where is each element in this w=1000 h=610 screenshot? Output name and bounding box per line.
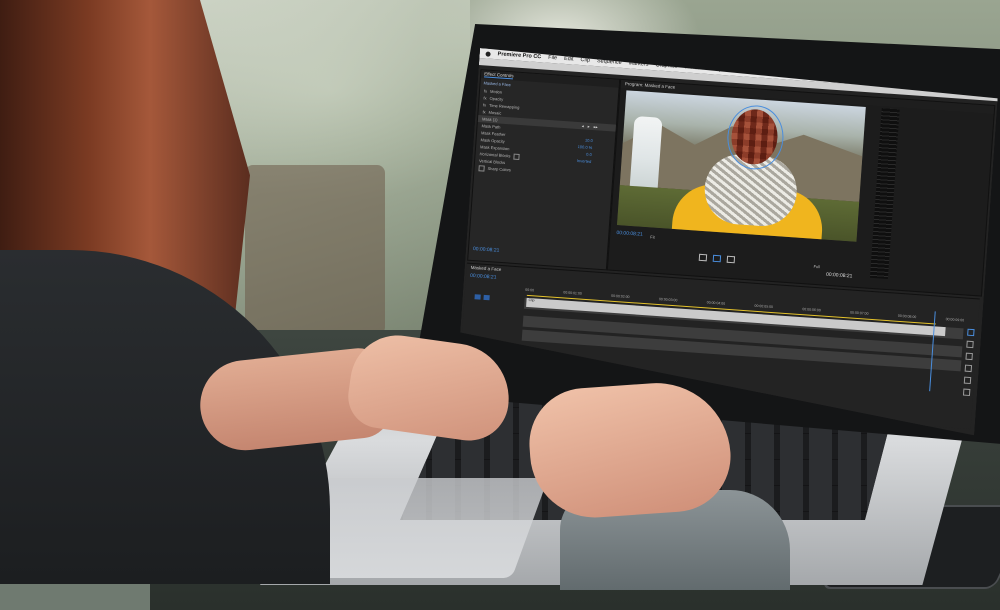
ruler-tick: 00:00:03:00 xyxy=(658,297,678,303)
video-frame[interactable] xyxy=(617,90,866,241)
ruler-tick: 00:00 xyxy=(525,287,535,293)
track-backward-icon[interactable]: ◂ xyxy=(582,123,584,128)
ruler-tick: 00:00:01:00 xyxy=(563,290,582,296)
timeline-timecode[interactable]: 00:00:08:21 xyxy=(470,273,497,281)
track-forward-icon[interactable]: ▸▸ xyxy=(594,124,598,129)
ruler-tick: 00:00:04:00 xyxy=(706,300,726,306)
track-select-icon[interactable] xyxy=(966,341,973,348)
program-monitor: Program: Masked a Face 00:00:08:21 Fit F… xyxy=(607,79,995,297)
program-timecode-left[interactable]: 00:00:08:21 xyxy=(616,230,643,238)
apple-icon[interactable] xyxy=(485,51,490,56)
program-timecode-right[interactable]: 00:00:08:21 xyxy=(826,272,853,280)
track-header-v1 xyxy=(474,294,520,305)
clip-label: Clip xyxy=(528,298,535,303)
ruler-tick: 00:00:09:00 xyxy=(945,317,965,323)
effect-controls-panel: Effect Controls Masked a Face fx Motion f… xyxy=(467,69,620,270)
ruler-tick: 00:00:02:00 xyxy=(610,293,630,300)
effect-label: Mask (1) xyxy=(481,116,498,123)
menu-file[interactable]: File xyxy=(548,55,557,62)
effect-label: Opacity xyxy=(489,95,504,102)
play-track-icon[interactable]: ▸ xyxy=(588,124,590,129)
ruler-tick: 00:00:06:00 xyxy=(802,307,821,313)
slip-tool-icon[interactable] xyxy=(964,377,971,384)
effect-controls-timecode[interactable]: 00:00:08:21 xyxy=(473,246,500,254)
ruler-tick: 00:00:05:00 xyxy=(754,303,774,310)
sharp-colors-checkbox[interactable] xyxy=(478,165,484,171)
quality-dropdown[interactable]: Full xyxy=(813,264,820,269)
safe-margins-icon[interactable] xyxy=(699,254,707,262)
inverted-checkbox[interactable] xyxy=(513,153,519,159)
export-frame-icon[interactable] xyxy=(727,256,735,264)
fx-icon: fx xyxy=(482,109,486,115)
transport-controls xyxy=(699,254,735,263)
effect-label: Mosaic xyxy=(488,109,502,116)
fx-icon: fx xyxy=(483,95,487,101)
ruler-tick: 00:00:08:00 xyxy=(897,313,917,320)
right-hand xyxy=(525,378,735,522)
fx-icon: fx xyxy=(483,88,488,94)
pen-tool-icon[interactable] xyxy=(963,389,970,396)
toggle-track-icon[interactable] xyxy=(474,294,480,299)
selection-tool-icon[interactable] xyxy=(967,329,974,336)
fx-icon: fx xyxy=(482,102,487,108)
tools-panel xyxy=(963,329,976,396)
clip-name[interactable]: Masked a Face xyxy=(483,80,511,87)
lock-icon[interactable] xyxy=(483,295,489,300)
razor-tool-icon[interactable] xyxy=(965,365,972,372)
ruler-tick: 00:00:07:00 xyxy=(849,310,869,316)
audio-meter xyxy=(870,108,900,279)
effect-label: Sharp Colors xyxy=(487,165,512,173)
loop-icon[interactable] xyxy=(713,255,721,263)
background-chair xyxy=(245,165,385,335)
effect-label: Motion xyxy=(489,88,503,95)
ripple-edit-icon[interactable] xyxy=(965,353,972,360)
fit-dropdown[interactable]: Fit xyxy=(650,234,655,239)
